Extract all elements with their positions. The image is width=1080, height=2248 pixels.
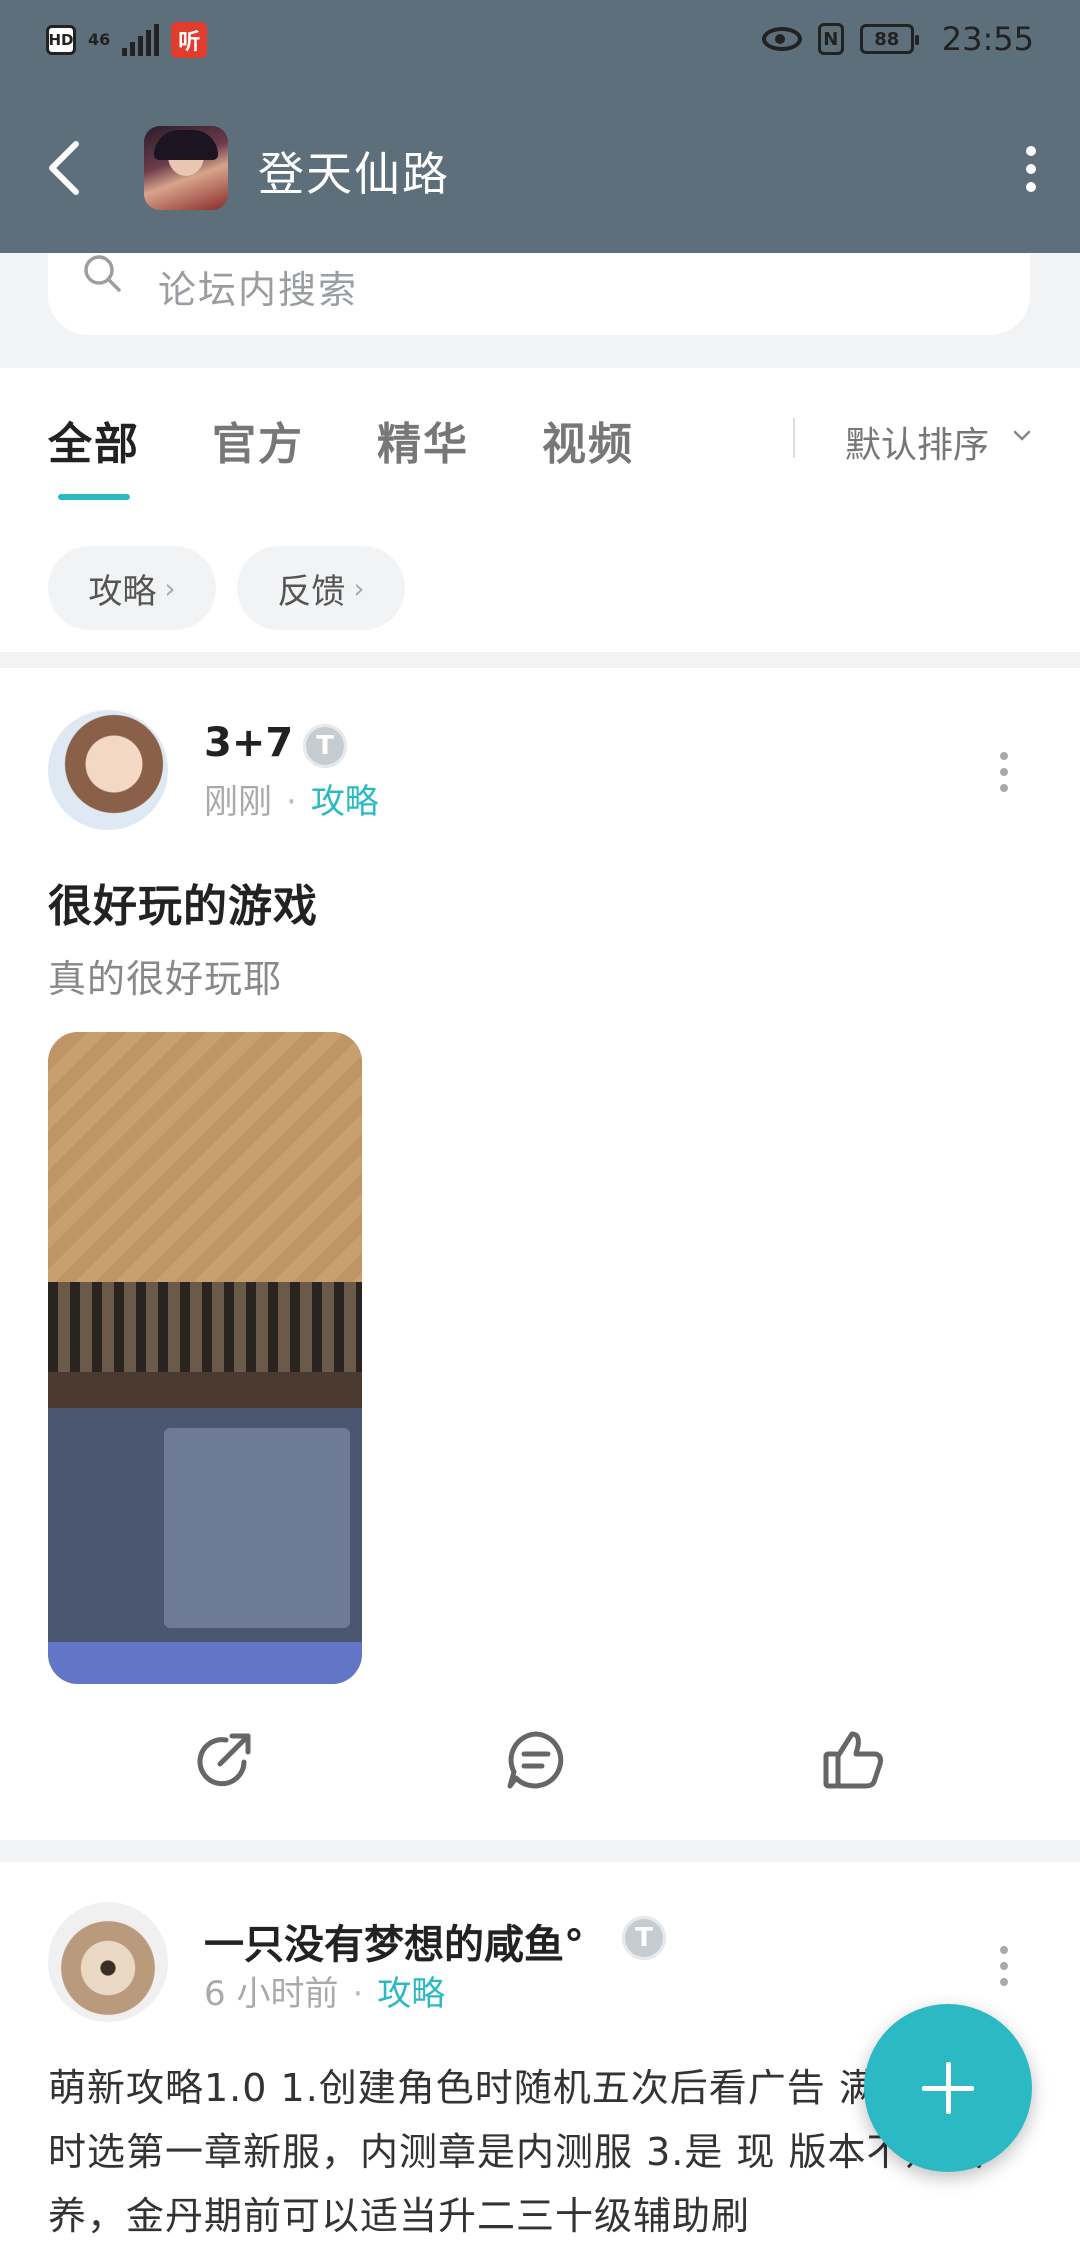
more-vertical-icon[interactable] <box>1026 146 1038 196</box>
post-username[interactable]: 3+7 <box>204 720 293 766</box>
post-time: 6 小时前 <box>204 1974 339 2014</box>
status-time: 23:55 <box>941 20 1034 58</box>
signal-icon <box>122 24 160 56</box>
more-vertical-icon[interactable] <box>1000 1946 1008 1994</box>
network-type: 46 <box>88 30 111 49</box>
post-actions <box>0 1728 1080 1828</box>
status-left: HD 46 听 <box>46 22 208 58</box>
status-right: N 88 23:55 <box>761 20 1034 58</box>
comment-icon[interactable] <box>504 1728 568 1792</box>
chip-guide[interactable]: 攻略 › <box>48 546 216 630</box>
app-header: 登天仙路 <box>0 88 1080 253</box>
post-time: 刚刚 <box>204 782 272 822</box>
back-arrow-icon[interactable] <box>46 138 82 198</box>
avatar[interactable] <box>48 1902 168 2022</box>
avatar[interactable] <box>48 710 168 830</box>
battery-icon: 88 <box>859 24 919 54</box>
section-divider <box>0 1840 1080 1862</box>
chip-guide-label: 攻略 <box>88 571 157 612</box>
search-placeholder: 论坛内搜索 <box>158 268 359 312</box>
thumbs-up-icon[interactable] <box>822 1728 886 1792</box>
level-badge-icon: T <box>303 724 347 768</box>
section-divider <box>0 652 1080 668</box>
search-icon <box>84 255 121 292</box>
forum-title: 登天仙路 <box>258 147 450 201</box>
search-input[interactable]: 论坛内搜索 <box>48 253 1030 335</box>
chip-feedback[interactable]: 反馈 › <box>237 546 405 630</box>
tab-divider <box>793 418 795 458</box>
post-card[interactable]: 3+7 T 刚刚 · 攻略 很好玩的游戏 真的很好玩耶 <box>0 668 1080 1840</box>
post-category[interactable]: 攻略 <box>377 1974 445 2014</box>
chevron-down-icon[interactable] <box>1012 426 1032 446</box>
post-meta: 刚刚 · 攻略 <box>204 782 379 822</box>
eye-icon <box>761 27 802 51</box>
post-category[interactable]: 攻略 <box>311 782 379 822</box>
top-bar: HD 46 听 N 88 23:55 登天仙路 <box>0 0 1080 253</box>
post-title: 很好玩的游戏 <box>48 881 318 932</box>
app-notification-icon: 听 <box>171 22 208 58</box>
plus-icon[interactable] <box>864 2004 1032 2172</box>
tab-video[interactable]: 视频 <box>542 408 634 472</box>
sort-dropdown[interactable]: 默认排序 <box>845 416 989 468</box>
search-area: 论坛内搜索 <box>0 253 1080 368</box>
chevron-right-icon: › <box>353 571 365 605</box>
post-username[interactable]: 一只没有梦想的咸鱼° <box>204 1912 584 1970</box>
tab-bar: 全部 官方 精华 视频 默认排序 攻略 › 反馈 › <box>0 368 1080 658</box>
post-meta: 6 小时前 · 攻略 <box>204 1974 446 2014</box>
tab-all[interactable]: 全部 <box>48 408 140 472</box>
share-icon[interactable] <box>192 1728 256 1792</box>
more-vertical-icon[interactable] <box>1000 752 1008 800</box>
chevron-right-icon: › <box>164 571 176 605</box>
level-badge-icon: T <box>622 1916 666 1960</box>
tab-featured[interactable]: 精华 <box>377 408 469 472</box>
nfc-icon: N <box>817 23 844 55</box>
post-body: 真的很好玩耶 <box>48 957 283 1001</box>
status-bar: HD 46 听 N 88 23:55 <box>0 0 1080 88</box>
hd-icon: HD <box>46 25 76 55</box>
chip-feedback-label: 反馈 <box>277 571 346 612</box>
forum-avatar[interactable] <box>144 126 228 210</box>
active-tab-indicator <box>58 494 130 500</box>
post-image[interactable] <box>48 1032 362 1684</box>
tab-official[interactable]: 官方 <box>212 408 304 472</box>
